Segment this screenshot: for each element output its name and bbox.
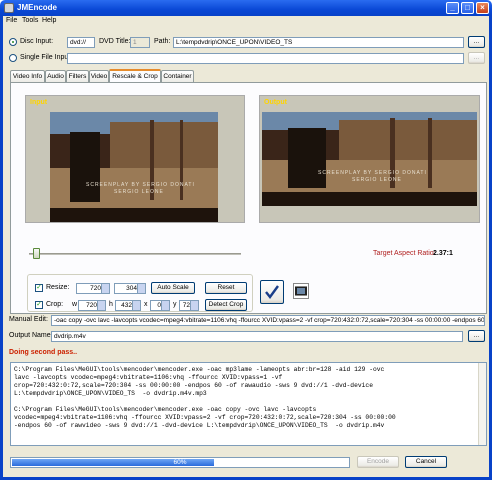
console-output[interactable]: C:\Program Files\MeGUI\tools\mencoder\me… (10, 362, 487, 446)
output-name-field[interactable]: dvdrip.m4v (51, 331, 463, 342)
detect-crop-button[interactable]: Detect Crop (205, 299, 247, 311)
maximize-button[interactable]: □ (461, 2, 474, 14)
input-frame: SCREENPLAY BY SERGIO DONATI SERGIO LEONE (50, 112, 218, 222)
output-label: Output (264, 99, 287, 106)
path-field[interactable]: L:\tempdvdrip\ONCE_UPON\VIDEO_TS (173, 37, 464, 48)
film-icon (295, 286, 307, 296)
frame-slider-thumb[interactable] (33, 248, 40, 259)
manual-edit-field[interactable]: -oac copy -ovc lavc -lavcopts vcodec=mpe… (51, 315, 485, 326)
disc-input-field[interactable]: dvd:// (67, 37, 95, 48)
reset-button[interactable]: Reset (205, 282, 247, 294)
tab-video-info[interactable]: Video Info (10, 70, 45, 82)
tab-video[interactable]: Video (89, 70, 109, 82)
app-icon (4, 3, 14, 13)
resize-width-spinner[interactable]: 720 (76, 283, 110, 294)
menu-bar: File Tools Help (3, 16, 489, 28)
single-file-field[interactable] (67, 53, 464, 64)
app-window: File Tools Help Disc Input: dvd:// DVD T… (0, 16, 492, 480)
aspect-ratio-value: 2.37:1 (433, 250, 453, 257)
menu-file[interactable]: File (6, 17, 17, 24)
input-credit-line2: SERGIO LEONE (114, 189, 164, 195)
tab-container[interactable]: Container (161, 70, 194, 82)
tab-audio[interactable]: Audio (45, 70, 66, 82)
browse-path-button[interactable]: ... (468, 36, 485, 48)
crop-y-spinner[interactable]: 72 (179, 300, 199, 311)
browse-output-button[interactable]: ... (468, 330, 485, 342)
encode-button[interactable]: Encode (357, 456, 399, 468)
input-label: Input (30, 99, 48, 106)
checkmark-icon (265, 285, 279, 299)
crop-label: Crop: (46, 301, 64, 308)
auto-scale-button[interactable]: Auto Scale (151, 282, 195, 294)
input-preview: Input SCREENPLAY BY SERGIO DONATI SERGIO… (25, 95, 245, 223)
title-bar[interactable]: JMEncode _ □ × (0, 0, 492, 16)
dvd-title-select[interactable]: 1 (130, 37, 150, 48)
window-title: JMEncode (17, 3, 58, 12)
progress-bar: 60% (10, 457, 350, 468)
output-frame: SCREENPLAY BY SERGIO DONATI SERGIO LEONE (262, 112, 477, 206)
menu-help[interactable]: Help (42, 17, 56, 24)
output-preview: Output SCREENPLAY BY SERGIO DONATI SERGI… (259, 95, 480, 223)
resize-checkbox[interactable]: ✓ (35, 284, 43, 292)
crop-w-label: w (72, 301, 78, 308)
crop-h-spinner[interactable]: 432 (115, 300, 141, 311)
status-text: Doing second pass.. (9, 349, 78, 356)
crop-checkbox[interactable]: ✓ (35, 301, 43, 309)
crop-y-label: y (173, 301, 177, 308)
preview-frame-button[interactable] (293, 283, 309, 299)
input-credit-line1: SCREENPLAY BY SERGIO DONATI (86, 182, 195, 188)
frame-slider-track[interactable] (29, 253, 241, 255)
crop-x-spinner[interactable]: 0 (150, 300, 170, 311)
apply-button[interactable] (260, 280, 284, 304)
disc-input-radio[interactable] (9, 38, 17, 46)
menu-tools[interactable]: Tools (22, 17, 38, 24)
browse-file-button[interactable]: ... (468, 52, 485, 64)
manual-edit-label: Manual Edit: (9, 316, 48, 323)
minimize-button[interactable]: _ (446, 2, 459, 14)
output-credit-line1: SCREENPLAY BY SERGIO DONATI (318, 170, 427, 176)
crop-x-label: x (144, 301, 148, 308)
cancel-button[interactable]: Cancel (405, 456, 447, 468)
aspect-ratio-label: Target Aspect Ratio: (373, 250, 436, 257)
progress-label: 60% (173, 459, 187, 466)
crop-w-spinner[interactable]: 720 (78, 300, 106, 311)
crop-h-label: h (109, 301, 113, 308)
close-button[interactable]: × (476, 2, 489, 14)
output-credit-line2: SERGIO LEONE (352, 177, 402, 183)
dvd-title-label: DVD Title: (99, 38, 131, 45)
single-file-label: Single File Input: (20, 54, 73, 61)
path-label: Path: (154, 38, 171, 45)
movie-still (50, 112, 218, 222)
single-file-radio[interactable] (9, 54, 17, 62)
resize-label: Resize: (46, 284, 70, 291)
tab-filters[interactable]: Filters (66, 70, 89, 82)
movie-still-scaled (262, 112, 477, 206)
console-scrollbar[interactable] (478, 363, 486, 445)
tab-rescale-crop[interactable]: Rescale & Crop (109, 69, 161, 83)
disc-input-label: Disc Input: (20, 38, 54, 45)
output-name-label: Output Name: (9, 332, 53, 339)
rescale-crop-panel: Input SCREENPLAY BY SERGIO DONATI SERGIO… (10, 82, 487, 314)
resize-height-spinner[interactable]: 304 (114, 283, 146, 294)
